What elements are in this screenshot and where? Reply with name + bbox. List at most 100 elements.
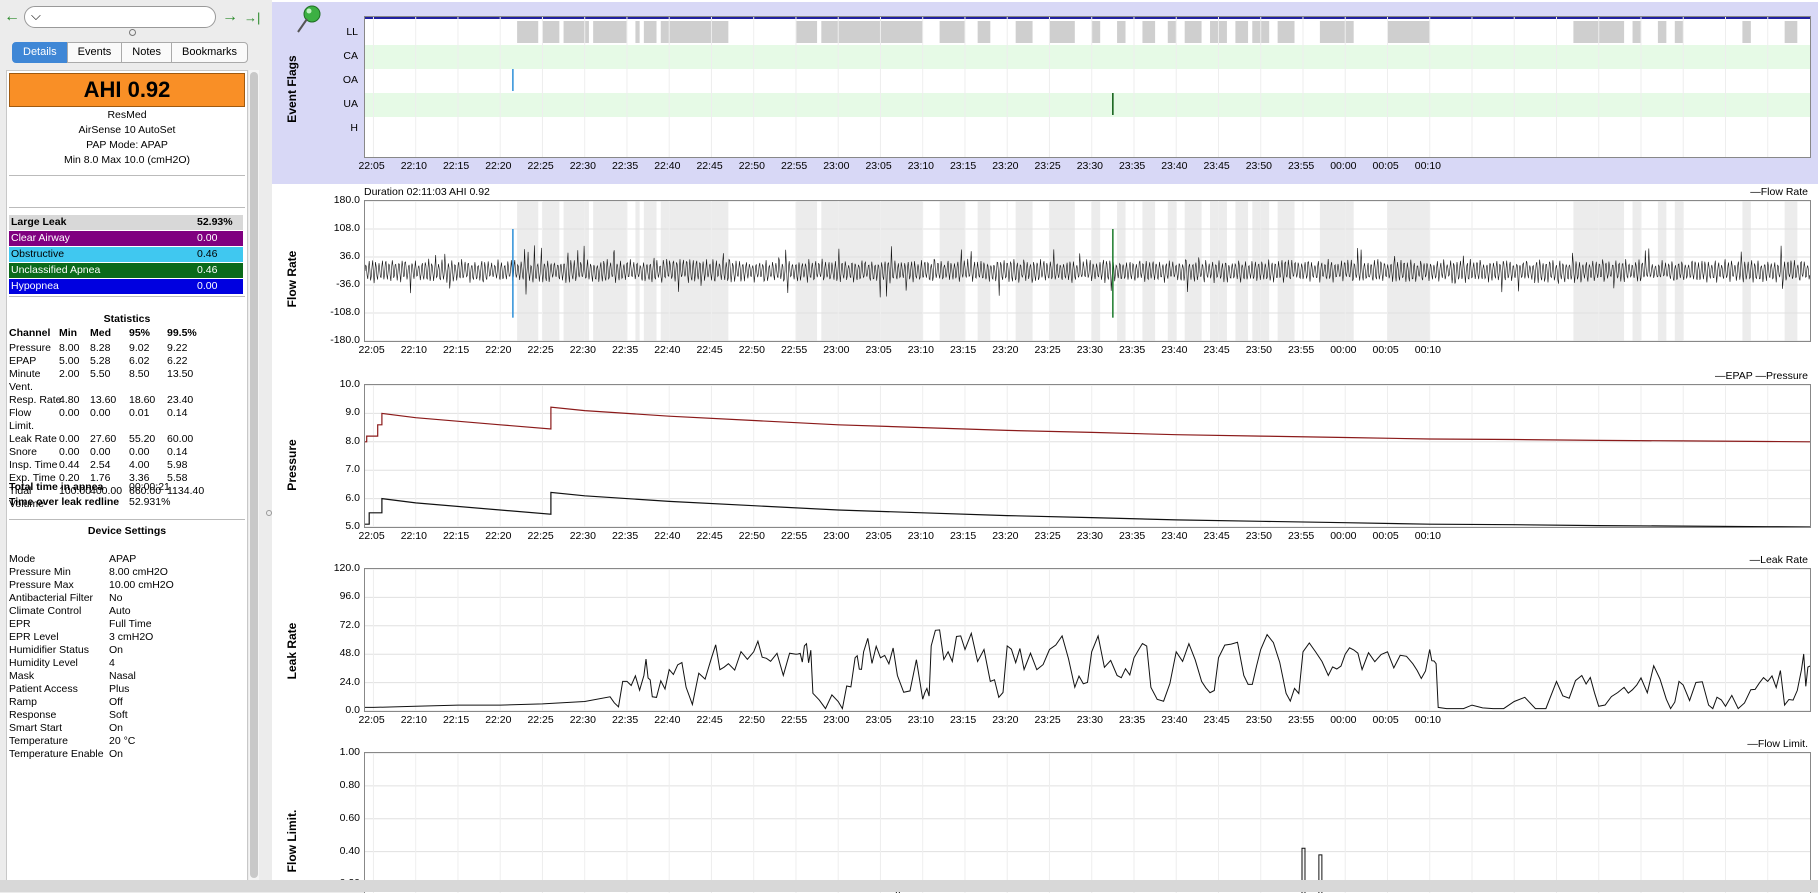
y-tick-label: 0.40: [339, 844, 360, 857]
x-tick-label: 22:40: [654, 530, 681, 542]
x-tick-label: 23:10: [907, 530, 934, 542]
x-tick-label: 23:30: [1076, 344, 1103, 356]
x-tick-label: 22:15: [442, 160, 470, 172]
x-tick-label: 22:10: [400, 530, 427, 542]
tab-details[interactable]: Details: [12, 42, 68, 63]
sidebar-scrollbar[interactable]: [249, 70, 259, 880]
scrollbar-thumb[interactable]: [250, 72, 258, 878]
event-label: Clear Airway: [11, 232, 70, 244]
stats-value: 60.00: [167, 433, 194, 445]
large-leak-shade: [1742, 201, 1751, 341]
stats-channel: Minute: [9, 368, 41, 380]
x-tick-label: 00:00: [1330, 344, 1357, 356]
setting-label: Pressure Min: [9, 566, 71, 578]
setting-value: APAP: [109, 553, 137, 565]
stats-value: 13.50: [167, 368, 194, 380]
y-axis-label: Leak Rate: [285, 622, 299, 680]
flow-rate-plot[interactable]: [364, 200, 1811, 342]
setting-value: Off: [109, 696, 123, 708]
panel-splitter[interactable]: [264, 0, 272, 892]
x-tick-label: 23:15: [949, 530, 977, 542]
x-tick-label: 23:00: [823, 714, 850, 726]
leak-rate-graph[interactable]: Leak Rate —Leak Rate 120.0 96.0 72.0 48.0 24…: [272, 552, 1818, 734]
setting-value: Plus: [109, 683, 130, 695]
pushpin-icon[interactable]: [294, 4, 324, 43]
large-leak-mark: [1784, 21, 1798, 43]
forward-arrow-icon[interactable]: →: [222, 8, 238, 26]
back-arrow-icon[interactable]: ←: [4, 8, 20, 26]
x-tick-label: 23:50: [1245, 530, 1272, 542]
event-row[interactable]: Obstructive 0.46: [9, 247, 243, 262]
x-tick-label: 22:20: [485, 714, 512, 726]
large-leak-mark: [939, 21, 965, 43]
setting-label: Humidity Level: [9, 657, 78, 669]
x-tick-label: 00:10: [1414, 160, 1442, 172]
x-tick-label: 00:05: [1372, 344, 1399, 356]
flow-limit-plot[interactable]: [364, 752, 1811, 893]
stats-value: 1134.40: [167, 485, 205, 497]
event-row[interactable]: Hypopnea 0.00: [9, 279, 243, 294]
event-flags-graph[interactable]: Event Flags LL CA OA UA H 22:05 22:10 22:15 22:2…: [272, 2, 1818, 184]
tab-bar: Details Events Notes Bookmarks: [12, 42, 249, 63]
x-tick-label: 23:45: [1203, 160, 1230, 172]
setting-label: Temperature Enable: [9, 748, 104, 760]
stats-header-cell: Channel: [9, 327, 51, 339]
stats-channel: Vent.: [9, 381, 33, 393]
stats-value: 0.00: [59, 433, 80, 445]
y-tick-label: 8.0: [345, 434, 360, 447]
y-tick-label: 7.0: [345, 463, 360, 476]
event-row[interactable]: Large Leak 52.93%: [9, 215, 243, 230]
stats-value: 0.00: [59, 407, 80, 419]
x-tick-label: 23:15: [949, 714, 977, 726]
x-tick-label: 23:35: [1118, 344, 1146, 356]
large-leak-mark: [1015, 21, 1033, 43]
event-flags-plot[interactable]: [364, 16, 1811, 158]
y-axis-label: Pressure: [285, 439, 299, 491]
event-row[interactable]: Clear Airway 0.00: [9, 231, 243, 246]
y-axis-label: Flow Limit.: [285, 809, 299, 873]
x-tick-label: 22:30: [569, 344, 596, 356]
stats-value: 5.28: [90, 355, 111, 367]
leak-rate-plot[interactable]: [364, 568, 1811, 712]
plot-svg: [365, 753, 1810, 893]
x-tick-label: 23:55: [1287, 714, 1315, 726]
y-tick-label: -36.0: [336, 278, 360, 290]
x-tick-label: 22:30: [569, 160, 596, 172]
x-tick-label: 23:45: [1203, 714, 1230, 726]
pressure-plot[interactable]: [364, 384, 1811, 528]
x-tick-label: 23:10: [907, 344, 934, 356]
summary-value: 00:00:21: [129, 481, 170, 493]
horizontal-scrollbar[interactable]: [0, 880, 1818, 892]
chevron-down-icon[interactable]: ⌵: [31, 8, 41, 24]
tab-notes[interactable]: Notes: [121, 42, 173, 63]
setting-value: On: [109, 722, 124, 734]
x-tick-label: 22:40: [654, 344, 681, 356]
x-tick-label: 00:10: [1414, 714, 1442, 726]
y-tick-label: 72.0: [339, 618, 360, 631]
graph-legend: —Leak Rate: [1749, 554, 1808, 566]
flow-limit-graph[interactable]: Flow Limit. —Flow Limit. 1.00 0.80 0.60 0.4…: [272, 736, 1818, 893]
stats-value: 9.22: [167, 342, 188, 354]
large-leak-mark: [1142, 21, 1156, 43]
x-tick-label: 22:45: [696, 160, 723, 172]
jump-to-end-icon[interactable]: →|: [244, 10, 260, 25]
event-row[interactable]: Unclassified Apnea 0.46: [9, 263, 243, 278]
date-select[interactable]: ⌵: [24, 6, 216, 36]
tab-events[interactable]: Events: [66, 42, 123, 63]
x-tick-label: 22:50: [738, 344, 765, 356]
setting-value: On: [109, 748, 124, 760]
x-tick-label: 22:15: [442, 530, 470, 542]
x-tick-label: 23:50: [1245, 344, 1272, 356]
x-tick-label: 22:25: [527, 160, 554, 172]
x-tick-label: 22:20: [485, 344, 512, 356]
setting-value: Auto: [109, 605, 131, 617]
tab-bookmarks[interactable]: Bookmarks: [171, 42, 249, 63]
large-leak-shade: [1657, 201, 1667, 341]
row-band: [365, 93, 1810, 117]
flow-rate-graph[interactable]: Flow Rate Duration 02:11:03 AHI 0.92 —Fl…: [272, 184, 1818, 366]
setting-label: Smart Start: [9, 722, 63, 734]
x-tick-label: 23:35: [1118, 530, 1146, 542]
x-tick-label: 23:00: [823, 344, 850, 356]
y-tick-label: 48.0: [339, 647, 360, 660]
pressure-graph[interactable]: Pressure —EPAP —Pressure 10.0 9.0 8.0 7.0 6.…: [272, 368, 1818, 550]
